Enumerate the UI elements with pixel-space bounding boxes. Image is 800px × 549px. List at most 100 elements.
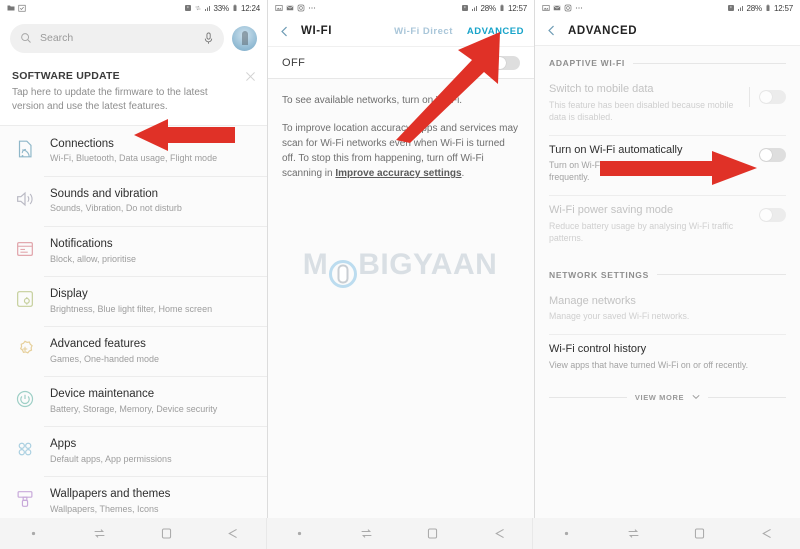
more-icon: [575, 7, 583, 9]
signal-icon: [204, 6, 210, 11]
display-icon: [17, 291, 33, 308]
software-update-body: Tap here to update the firmware to the l…: [12, 87, 208, 112]
switch-to-mobile-data-toggle[interactable]: [759, 90, 786, 104]
avatar[interactable]: [232, 25, 257, 51]
clock-label: 12:24: [240, 3, 260, 13]
dot-icon[interactable]: [27, 527, 40, 540]
dot-icon[interactable]: [560, 527, 573, 540]
close-icon[interactable]: [244, 70, 257, 83]
status-bar-panel3: 28% 12:57: [535, 0, 800, 16]
sidebar-item-sounds-and-vibration[interactable]: Sounds and vibration Sounds, Vibration, …: [0, 176, 267, 226]
pref-subtitle: Reduce battery usage by analysing Wi-Fi …: [549, 220, 734, 243]
pref-switch-to-mobile-data[interactable]: Switch to mobile data This feature has b…: [535, 74, 800, 135]
sidebar-item-apps[interactable]: Apps Default apps, App permissions: [0, 426, 267, 476]
back-icon[interactable]: [760, 527, 773, 540]
recents-icon[interactable]: [360, 527, 373, 540]
sidebar-item-sublabel: Wi-Fi, Bluetooth, Data usage, Flight mod…: [50, 153, 218, 164]
image-icon: [275, 5, 283, 11]
wallpapers-icon: [17, 491, 33, 508]
email-icon: [553, 5, 561, 11]
alarm-icon: [184, 5, 191, 11]
back-icon[interactable]: [226, 527, 239, 540]
view-more-divider-right: [708, 396, 786, 398]
sidebar-item-sublabel: Default apps, App permissions: [50, 453, 172, 464]
section-divider: [632, 62, 786, 64]
sidebar-item-connections[interactable]: Connections Wi-Fi, Bluetooth, Data usage…: [0, 126, 267, 176]
email-icon: [286, 5, 294, 11]
sidebar-item-device-maintenance[interactable]: Device maintenance Battery, Storage, Mem…: [0, 376, 267, 426]
pref-wifi-power-saving-mode[interactable]: Wi-Fi power saving mode Reduce battery u…: [535, 195, 800, 256]
chevron-down-icon: [692, 395, 700, 400]
improve-accuracy-settings-link[interactable]: Improve accuracy settings: [335, 168, 461, 179]
software-update-card[interactable]: SOFTWARE UPDATE Tap here to update the f…: [0, 60, 267, 126]
recents-icon[interactable]: [93, 527, 106, 540]
switch-knob: [760, 91, 772, 103]
sidebar-item-sublabel: Games, One-handed mode: [50, 353, 160, 364]
wifi-power-saving-toggle[interactable]: [759, 208, 786, 222]
microphone-icon[interactable]: [203, 32, 214, 45]
pref-title: Manage networks: [549, 294, 636, 307]
sidebar-item-sublabel: Battery, Storage, Memory, Device securit…: [50, 403, 218, 414]
apps-icon: [18, 443, 32, 456]
status-bar-notification-icons: [542, 4, 583, 12]
sidebar-item-advanced-features[interactable]: Advanced features Games, One-handed mode: [0, 326, 267, 376]
page-title: ADVANCED: [568, 24, 638, 37]
pref-turn-on-wifi-automatically[interactable]: Turn on Wi-Fi automatically Turn on Wi-F…: [535, 134, 800, 196]
recents-icon[interactable]: [627, 527, 640, 540]
battery-percent-label: 28%: [746, 3, 763, 13]
sidebar-item-label: Notifications: [50, 238, 113, 251]
turn-on-wifi-automatically-toggle[interactable]: [759, 147, 786, 162]
sidebar-item-label: Sounds and vibration: [50, 188, 159, 201]
sidebar-item-display[interactable]: Display Brightness, Blue light filter, H…: [0, 276, 267, 326]
instagram-icon: [564, 4, 572, 12]
sidebar-item-label: Connections: [50, 138, 114, 150]
pref-subtitle: View apps that have turned Wi-Fi on or o…: [549, 359, 749, 370]
wifi-app-bar: WI-FI Wi-Fi Direct ADVANCED: [268, 16, 534, 46]
wifi-direct-button[interactable]: Wi-Fi Direct: [394, 26, 453, 37]
wifi-app-bar-actions: Wi-Fi Direct ADVANCED: [394, 26, 524, 37]
advanced-button[interactable]: ADVANCED: [467, 26, 524, 37]
wifi-master-switch[interactable]: [493, 55, 520, 70]
clock-label: 12:57: [507, 3, 527, 13]
back-chevron-icon[interactable]: [278, 25, 291, 38]
sidebar-item-notifications[interactable]: Notifications Block, allow, prioritise: [0, 226, 267, 276]
connections-icon: [18, 140, 32, 158]
section-divider: [656, 274, 786, 275]
view-more-divider-left: [549, 396, 627, 398]
back-chevron-icon[interactable]: [545, 24, 558, 37]
back-icon[interactable]: [493, 527, 506, 540]
signal-icon: [471, 6, 477, 11]
home-icon[interactable]: [160, 527, 173, 540]
dot-icon[interactable]: [293, 527, 306, 540]
advanced-app-bar: ADVANCED: [535, 16, 800, 46]
sidebar-item-label: Wallpapers and themes: [50, 488, 171, 501]
section-label: ADAPTIVE WI-FI: [549, 58, 625, 68]
section-header-adaptive-wifi: ADAPTIVE WI-FI: [535, 46, 800, 74]
search-row: Search: [0, 16, 267, 60]
battery-percent-label: 33%: [213, 3, 230, 13]
panel-wifi: 28% 12:57 WI-FI Wi-Fi Direct ADVANCED OF…: [267, 0, 534, 549]
folder-icon: [7, 5, 15, 11]
navbar-panel1: [0, 518, 267, 549]
home-icon[interactable]: [426, 527, 439, 540]
panel-wifi-advanced: 28% 12:57 ADVANCED ADAPTIVE WI-FI Switch…: [534, 0, 800, 549]
pref-title: Wi-Fi power saving mode: [549, 204, 674, 216]
pref-title: Turn on Wi-Fi automatically: [549, 143, 683, 156]
sidebar-item-label: Advanced features: [50, 338, 146, 351]
wifi-info-body: To see available networks, turn on Wi-Fi…: [268, 79, 534, 181]
navbar-panel2: [267, 518, 534, 549]
instagram-icon: [297, 4, 305, 12]
pref-manage-networks[interactable]: Manage networks Manage your saved Wi-Fi …: [535, 286, 800, 335]
home-icon[interactable]: [693, 527, 706, 540]
sidebar-item-sublabel: Wallpapers, Themes, Icons: [50, 503, 159, 514]
wifi-master-toggle-row[interactable]: OFF: [268, 46, 534, 79]
switch-knob: [494, 56, 506, 69]
wifi-hint-2: To improve location accuracy, apps and s…: [282, 121, 520, 181]
switch-knob: [760, 148, 772, 161]
status-bar-system-icons: 28% 12:57: [727, 4, 793, 13]
search-input[interactable]: Search: [10, 23, 224, 53]
sound-icon: [17, 191, 33, 207]
pref-wifi-control-history[interactable]: Wi-Fi control history View apps that hav…: [535, 334, 800, 383]
view-more-button[interactable]: VIEW MORE: [535, 383, 800, 410]
status-bar-panel2: 28% 12:57: [268, 0, 534, 16]
